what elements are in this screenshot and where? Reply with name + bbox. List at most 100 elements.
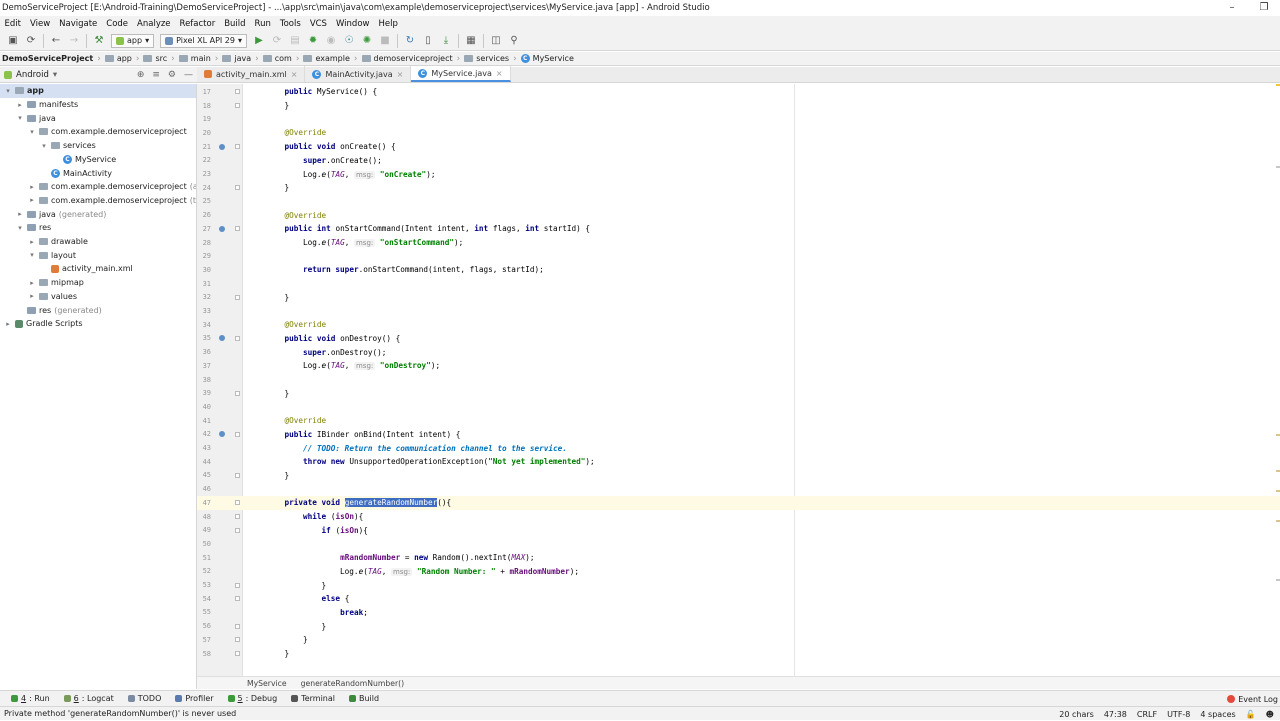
profile-icon[interactable]: ◉	[323, 33, 339, 49]
code-line[interactable]: 28 Log.e(TAG, msg: "onStartCommand");	[197, 236, 1280, 250]
line-separator[interactable]: CRLF	[1137, 710, 1157, 719]
breadcrumb-item[interactable]: example	[303, 54, 350, 63]
chevron-down-icon[interactable]: ▾	[16, 224, 24, 232]
sdk-manager-icon[interactable]: ⤓	[438, 33, 454, 49]
fold-icon[interactable]	[235, 226, 240, 232]
code-line[interactable]: 34 @Override	[197, 318, 1280, 332]
fold-icon[interactable]	[235, 527, 240, 533]
tab-activity-main-xml[interactable]: activity_main.xml ×	[197, 66, 306, 82]
code-editor[interactable]: 17 public MyService() {18 } 19 20 @Overrid…	[197, 84, 1280, 676]
tree-item[interactable]: ▸ drawable	[0, 235, 88, 249]
code-line[interactable]: 17 public MyService() {	[197, 85, 1280, 99]
apply-code-changes-icon[interactable]: ▤	[287, 33, 303, 49]
tool-tab-profiler[interactable]: Profiler	[168, 694, 220, 703]
chevron-right-icon[interactable]: ▸	[28, 292, 36, 300]
tree-item[interactable]: ▾ app	[0, 84, 196, 98]
code-line[interactable]: 53 }	[197, 578, 1280, 592]
chevron-right-icon[interactable]: ▸	[28, 279, 36, 287]
tree-item[interactable]: ▸ mipmap	[0, 276, 84, 290]
tree-item[interactable]: C MainActivity	[0, 166, 112, 180]
code-breadcrumb-class[interactable]: MyService	[247, 679, 287, 688]
breadcrumb-item[interactable]: com	[262, 54, 292, 63]
project-view-select[interactable]: Android	[16, 70, 49, 80]
save-all-icon[interactable]: ▣	[5, 33, 21, 49]
debug-icon[interactable]: ✹	[305, 33, 321, 49]
event-log-button[interactable]: Event Log	[1227, 691, 1278, 707]
breadcrumb-item[interactable]: src	[143, 54, 167, 63]
avd-manager-icon[interactable]: ▯	[420, 33, 436, 49]
fold-icon[interactable]	[235, 651, 240, 657]
fold-icon[interactable]	[235, 144, 240, 150]
code-line[interactable]: 43 // TODO: Return the communication cha…	[197, 441, 1280, 455]
forward-icon[interactable]: →	[66, 33, 82, 49]
chevron-down-icon[interactable]: ▾	[28, 251, 36, 259]
close-icon[interactable]: ×	[496, 69, 503, 78]
chevron-down-icon[interactable]: ▾	[28, 128, 36, 136]
menu-item-run[interactable]: Run	[250, 19, 275, 29]
caret-position[interactable]: 47:38	[1104, 710, 1127, 719]
code-line[interactable]: 35 public void onDestroy() {	[197, 332, 1280, 346]
maximize-icon[interactable]: ❐	[1248, 0, 1280, 16]
collapse-all-icon[interactable]: ≡	[152, 70, 160, 80]
sync-icon[interactable]: ⟳	[23, 33, 39, 49]
code-line[interactable]: 56 }	[197, 619, 1280, 633]
code-line[interactable]: 20 @Override	[197, 126, 1280, 140]
tree-item[interactable]: ▾ java	[0, 111, 56, 125]
gradle-sync-icon[interactable]: ↻	[402, 33, 418, 49]
code-line[interactable]: 36 super.onDestroy();	[197, 345, 1280, 359]
chevron-down-icon[interactable]: ▾	[53, 70, 57, 80]
code-line[interactable]: 51 mRandomNumber = new Random().nextInt(…	[197, 551, 1280, 565]
override-gutter-icon[interactable]	[219, 431, 225, 438]
tab-myservice-java[interactable]: C MyService.java ×	[411, 66, 511, 82]
fold-icon[interactable]	[235, 89, 240, 95]
breadcrumb-item[interactable]: services	[464, 54, 509, 63]
tree-item[interactable]: ▾ res	[0, 221, 51, 235]
code-line[interactable]: 47 private void generateRandomNumber(){	[197, 496, 1280, 510]
code-line[interactable]: 19	[197, 112, 1280, 126]
project-structure-icon[interactable]: ▦	[463, 33, 479, 49]
tree-item[interactable]: ▸ manifests	[0, 98, 78, 112]
tree-item[interactable]: ▾ com.example.demoserviceproject	[0, 125, 186, 139]
code-line[interactable]: 23 Log.e(TAG, msg: "onCreate");	[197, 167, 1280, 181]
code-line[interactable]: 29	[197, 249, 1280, 263]
tool-tab-terminal[interactable]: Terminal	[284, 694, 342, 703]
code-line[interactable]: 24 }	[197, 181, 1280, 195]
hide-panel-icon[interactable]: —	[184, 70, 193, 80]
tool-tab-debug[interactable]: 5: Debug	[221, 694, 285, 703]
tree-item[interactable]: activity_main.xml	[0, 262, 133, 276]
chevron-down-icon[interactable]: ▾	[4, 87, 12, 95]
override-gutter-icon[interactable]	[219, 335, 225, 342]
chevron-right-icon[interactable]: ▸	[16, 101, 24, 109]
coverage-icon[interactable]: ✺	[359, 33, 375, 49]
chevron-down-icon[interactable]: ▾	[16, 114, 24, 122]
code-line[interactable]: 52 Log.e(TAG, msg: "Random Number: " + m…	[197, 565, 1280, 579]
menu-item-navigate[interactable]: Navigate	[55, 19, 102, 29]
breadcrumb-item[interactable]: demoserviceproject	[361, 54, 453, 63]
run-icon[interactable]: ▶	[251, 33, 267, 49]
breadcrumb-item[interactable]: C MyService	[520, 54, 574, 63]
fold-icon[interactable]	[235, 390, 240, 396]
fold-icon[interactable]	[235, 623, 240, 629]
chevron-right-icon[interactable]: ▸	[16, 210, 24, 218]
tool-tab-logcat[interactable]: 6: Logcat	[57, 694, 121, 703]
tree-item[interactable]: ▾ layout	[0, 248, 76, 262]
tree-item[interactable]: res (generated)	[0, 303, 102, 317]
fold-icon[interactable]	[235, 500, 240, 506]
breadcrumb-item[interactable]: DemoServiceProject	[2, 54, 93, 63]
close-icon[interactable]: ×	[291, 70, 298, 79]
run-config-select[interactable]: app ▾	[111, 33, 155, 48]
menu-item-window[interactable]: Window	[331, 19, 374, 29]
fold-icon[interactable]	[235, 431, 240, 437]
tree-item[interactable]: ▸ com.example.demoserviceproject(test)	[0, 194, 196, 208]
search-icon[interactable]: ⚲	[506, 33, 522, 49]
menu-item-tools[interactable]: Tools	[275, 19, 305, 29]
code-line[interactable]: 25	[197, 195, 1280, 209]
tree-item[interactable]: ▸ java (generated)	[0, 207, 106, 221]
device-select[interactable]: Pixel XL API 29 ▾	[160, 33, 247, 48]
tool-tab-build[interactable]: Build	[342, 694, 386, 703]
menu-item-view[interactable]: View	[25, 19, 54, 29]
code-line[interactable]: 44 throw new UnsupportedOperationExcepti…	[197, 455, 1280, 469]
locate-icon[interactable]: ⊕	[137, 70, 145, 80]
inspection-icon[interactable]: ☻	[1266, 710, 1274, 719]
tab-mainactivity-java[interactable]: C MainActivity.java ×	[305, 66, 412, 82]
